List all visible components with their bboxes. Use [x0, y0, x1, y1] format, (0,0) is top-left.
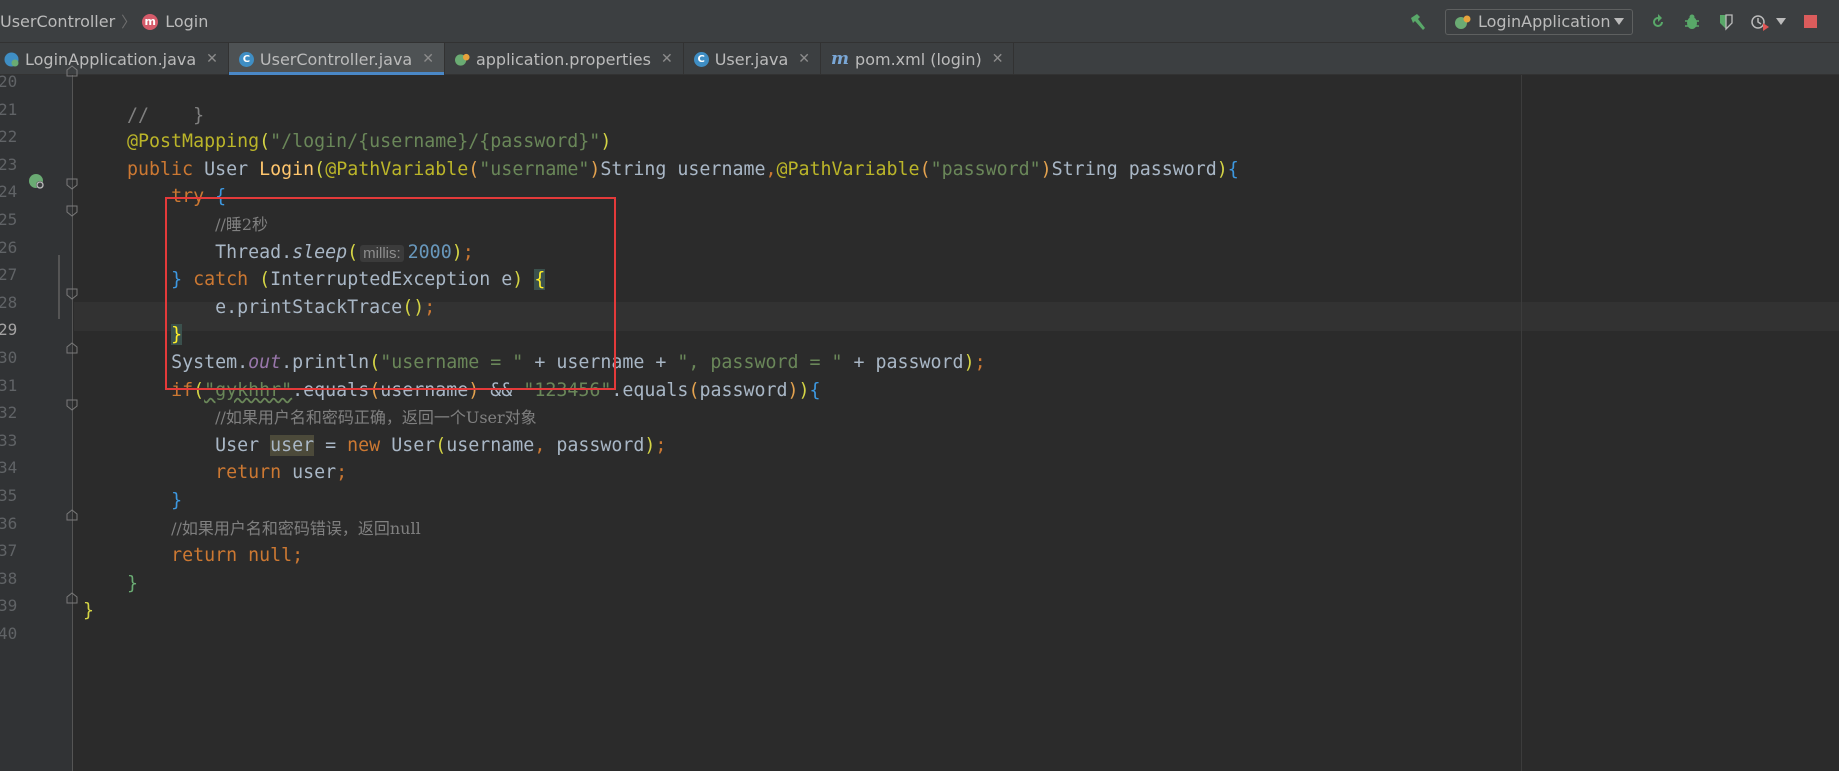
line-number: 28	[0, 293, 18, 312]
fold-start-icon[interactable]	[66, 178, 78, 190]
chevron-down-icon	[1614, 17, 1624, 25]
line-number: 22	[0, 127, 18, 146]
fold-start-icon[interactable]	[66, 399, 78, 411]
code-line-36: //如果用户名和密码错误，返回null	[171, 519, 421, 538]
maven-icon: m	[831, 49, 850, 69]
code-line-33: User user = new User(username, password)…	[215, 435, 667, 456]
fold-end-icon[interactable]	[66, 342, 78, 354]
breadcrumb-method[interactable]: Login	[165, 12, 208, 31]
method-icon: m	[142, 13, 159, 30]
line-number: 34	[0, 458, 18, 477]
class-icon: C	[693, 51, 709, 67]
line-number: 27	[0, 265, 18, 284]
vcs-change-marker[interactable]	[58, 255, 60, 319]
spring-class-icon	[4, 52, 19, 67]
code-line-34: return user;	[215, 462, 348, 483]
close-icon[interactable]: ✕	[798, 51, 810, 67]
line-number: 21	[0, 100, 18, 119]
code-line-37: return null;	[171, 545, 304, 566]
breadcrumb: UserController 〉 m Login	[0, 0, 208, 43]
code-line-39: }	[83, 600, 95, 621]
tab-application-properties[interactable]: application.properties ✕	[445, 43, 684, 75]
editor-tabs: LoginApplication.java ✕ C UserController…	[0, 43, 1839, 75]
line-number: 30	[0, 348, 18, 367]
tab-label: application.properties	[475, 49, 651, 69]
close-icon[interactable]: ✕	[661, 51, 673, 67]
code-line-35: }	[171, 490, 183, 511]
tab-user-java[interactable]: C User.java ✕	[684, 43, 822, 75]
code-line-38: }	[127, 573, 139, 594]
code-line-32: //如果用户名和密码正确，返回一个User对象	[215, 408, 537, 427]
class-icon: C	[238, 51, 254, 67]
tab-login-application[interactable]: LoginApplication.java ✕	[0, 43, 229, 75]
run-configuration-name: LoginApplication	[1478, 12, 1611, 31]
request-mapping-gutter-icon[interactable]	[28, 173, 46, 195]
code-editor[interactable]: 20 21 22 23 24 25 26 27 28 29 30 31 32 3…	[0, 65, 1839, 771]
close-icon[interactable]: ✕	[422, 51, 434, 67]
stop-icon[interactable]	[1799, 11, 1821, 33]
line-number: 35	[0, 486, 18, 505]
toolbar: LoginApplication	[1407, 0, 1839, 43]
tab-label: User.java	[714, 49, 789, 69]
tab-label: pom.xml (login)	[855, 49, 982, 69]
rerun-icon[interactable]	[1647, 11, 1669, 33]
run-configuration-select[interactable]: LoginApplication	[1445, 8, 1633, 35]
line-number: 32	[0, 403, 18, 422]
code-line-23: public User Login(@PathVariable("usernam…	[127, 159, 1239, 180]
fold-end-icon[interactable]	[66, 592, 78, 604]
tab-user-controller[interactable]: C UserController.java ✕	[228, 43, 445, 75]
right-margin-guide	[1521, 75, 1522, 771]
code-line-22: @PostMapping("/login/{username}/{passwor…	[127, 131, 612, 152]
close-icon[interactable]: ✕	[992, 51, 1004, 67]
fold-end-icon[interactable]	[66, 509, 78, 521]
coverage-icon[interactable]	[1715, 11, 1737, 33]
highlight-box	[165, 197, 616, 390]
line-number: 38	[0, 569, 18, 588]
line-number: 36	[0, 514, 18, 533]
line-number: 25	[0, 210, 18, 229]
line-number: 23	[0, 155, 18, 174]
line-number-current: 29	[0, 320, 18, 339]
fold-end-icon[interactable]	[66, 65, 78, 77]
tab-label: LoginApplication.java	[25, 49, 197, 69]
debug-bug-icon[interactable]	[1681, 11, 1703, 33]
line-number: 39	[0, 596, 18, 615]
tab-label: UserController.java	[259, 49, 413, 69]
breadcrumb-class[interactable]: UserController	[0, 12, 115, 31]
properties-icon	[454, 52, 470, 67]
line-number: 31	[0, 376, 18, 395]
breadcrumb-separator-icon: 〉	[121, 13, 137, 31]
editor-gutter: 20 21 22 23 24 25 26 27 28 29 30 31 32 3…	[0, 65, 78, 771]
line-number: 33	[0, 431, 18, 450]
build-hammer-icon[interactable]	[1407, 11, 1429, 33]
line-number: 26	[0, 238, 18, 257]
more-options-chevron-icon[interactable]	[1775, 11, 1787, 33]
line-number: 37	[0, 541, 18, 560]
close-icon[interactable]: ✕	[206, 51, 218, 67]
fold-start-icon[interactable]	[66, 288, 78, 300]
line-number: 40	[0, 624, 18, 643]
navigation-bar: UserController 〉 m Login LoginApplicatio…	[0, 0, 1839, 43]
spring-boot-icon	[1455, 15, 1471, 29]
line-number: 24	[0, 182, 18, 201]
tab-pom-xml[interactable]: m pom.xml (login) ✕	[821, 43, 1015, 75]
line-number: 20	[0, 72, 18, 91]
profiler-icon[interactable]	[1749, 11, 1771, 33]
code-line-20: // }	[127, 105, 205, 126]
fold-start-icon[interactable]	[66, 205, 78, 217]
